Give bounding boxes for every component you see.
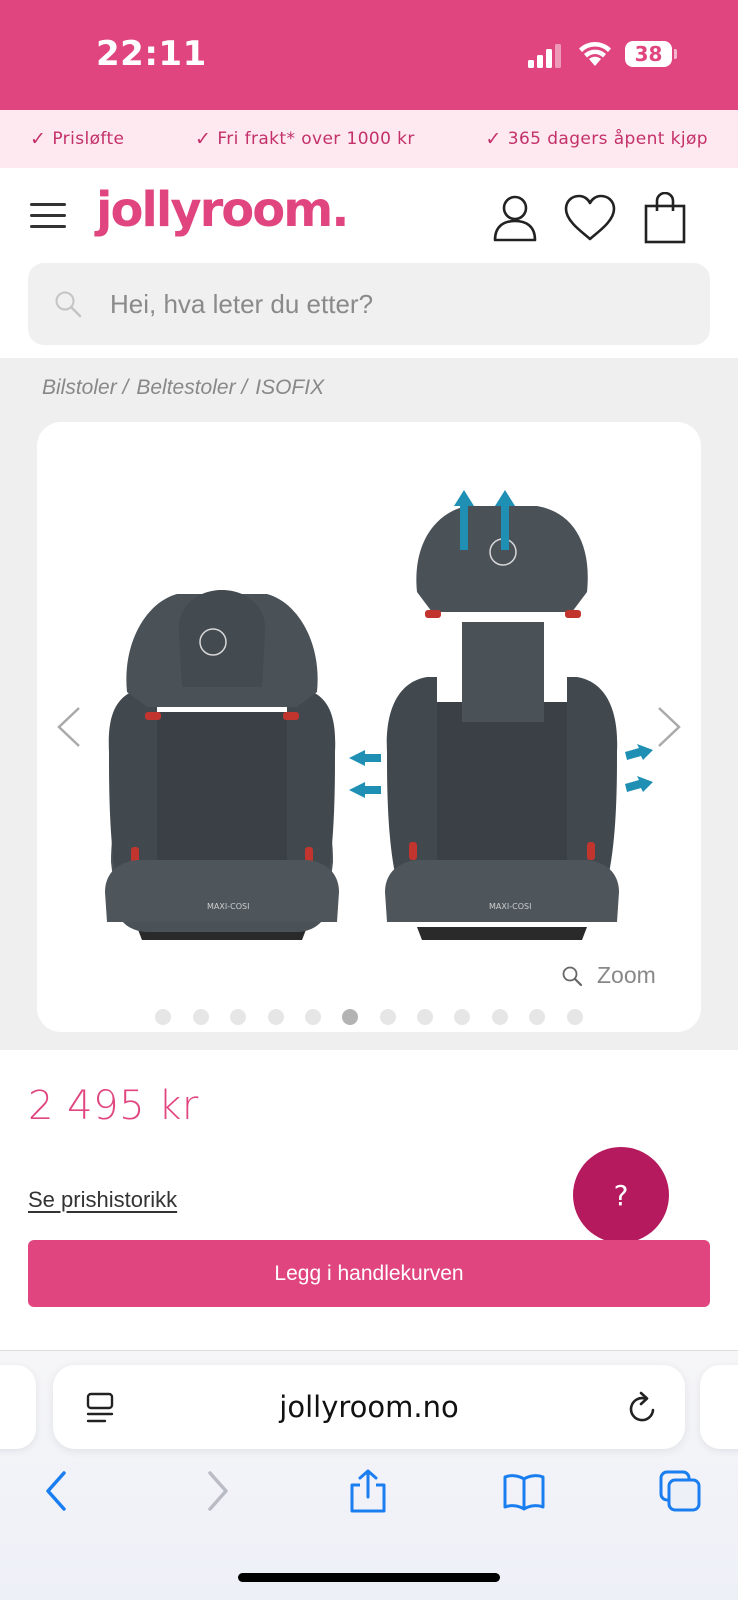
status-bar: 22:11 38	[0, 0, 738, 110]
bookmarks-icon[interactable]	[502, 1469, 546, 1513]
user-icon[interactable]	[492, 194, 538, 242]
heart-icon[interactable]	[563, 194, 617, 242]
gallery-dot[interactable]	[417, 1009, 434, 1025]
search-bar[interactable]	[28, 263, 710, 345]
status-time: 22:11	[96, 34, 207, 74]
jollyroom-logo[interactable]: jollyroom.	[96, 182, 349, 238]
magnifier-icon	[562, 966, 583, 986]
wifi-icon	[579, 42, 611, 66]
breadcrumb-item-bilstoler[interactable]: Bilstoler /	[42, 376, 128, 400]
usp-item: ✓ 365 dagers åpent kjøp	[485, 128, 708, 150]
next-tab-preview[interactable]	[700, 1365, 738, 1449]
product-image-car-seat: MAXI-COSI MAXI-COSI	[105, 490, 653, 940]
chevron-left-icon[interactable]	[53, 704, 87, 750]
gallery-dot[interactable]	[491, 1009, 508, 1025]
add-to-cart-button[interactable]: Legg i handlekurven	[28, 1240, 710, 1307]
gallery-dot[interactable]	[379, 1009, 396, 1025]
tabs-icon[interactable]	[658, 1469, 702, 1513]
search-input[interactable]	[110, 288, 650, 320]
gallery-dot[interactable]	[192, 1009, 209, 1025]
gallery-dot[interactable]	[230, 1009, 247, 1025]
check-icon: ✓	[195, 128, 212, 150]
forward-icon[interactable]	[194, 1469, 238, 1513]
site-header: jollyroom.	[0, 168, 738, 358]
svg-text:MAXI-COSI: MAXI-COSI	[207, 902, 249, 911]
gallery-pagination	[37, 1009, 701, 1025]
menu-icon[interactable]	[30, 203, 66, 229]
zoom-button[interactable]: Zoom	[561, 962, 656, 989]
gallery-dot[interactable]	[529, 1009, 546, 1025]
product-media-area: Bilstoler / Beltestoler / ISOFIX MAXI-CO…	[0, 358, 738, 1050]
usp-item: ✓ Fri frakt* over 1000 kr	[195, 128, 415, 150]
share-icon[interactable]	[346, 1469, 390, 1513]
browser-chrome: jollyroom.no	[0, 1350, 738, 1600]
gallery-dot[interactable]	[454, 1009, 471, 1025]
check-icon: ✓	[485, 128, 502, 150]
home-indicator[interactable]	[238, 1573, 500, 1582]
check-icon: ✓	[30, 128, 47, 150]
usp-label: 365 dagers åpent kjøp	[507, 129, 708, 149]
breadcrumb: Bilstoler / Beltestoler / ISOFIX	[42, 376, 332, 400]
gallery-dot[interactable]	[342, 1009, 359, 1025]
back-icon[interactable]	[36, 1469, 80, 1513]
zoom-label: Zoom	[597, 962, 656, 988]
breadcrumb-item-beltestoler[interactable]: Beltestoler /	[136, 376, 247, 400]
cellular-signal-icon	[528, 44, 561, 68]
usp-label: Prisløfte	[52, 129, 125, 149]
usp-label: Fri frakt* over 1000 kr	[217, 129, 415, 149]
help-button[interactable]: ?	[573, 1147, 669, 1243]
url-text: jollyroom.no	[279, 1390, 459, 1424]
price-history-link[interactable]: Se prishistorikk	[28, 1187, 177, 1213]
search-icon	[55, 291, 82, 318]
gallery-dot[interactable]	[566, 1009, 583, 1025]
usp-item: ✓ Prisløfte	[30, 128, 124, 150]
bag-icon[interactable]	[643, 192, 687, 244]
reload-icon[interactable]	[627, 1391, 659, 1425]
address-bar[interactable]: jollyroom.no	[53, 1365, 685, 1449]
gallery-dot[interactable]	[304, 1009, 321, 1025]
breadcrumb-item-isofix[interactable]: ISOFIX	[255, 376, 324, 400]
browser-toolbar	[0, 1469, 738, 1529]
battery-level: 38	[634, 42, 663, 66]
battery-icon: 38	[625, 41, 677, 67]
gallery-dot[interactable]	[267, 1009, 284, 1025]
gallery-dot[interactable]	[155, 1009, 172, 1025]
product-price: 2 495 kr	[28, 1083, 199, 1129]
usp-bar: ✓ Prisløfte ✓ Fri frakt* over 1000 kr ✓ …	[0, 110, 738, 168]
svg-text:MAXI-COSI: MAXI-COSI	[489, 902, 531, 911]
previous-tab-preview[interactable]	[0, 1365, 36, 1449]
product-image-gallery[interactable]: MAXI-COSI MAXI-COSI Zoom	[37, 422, 701, 1032]
